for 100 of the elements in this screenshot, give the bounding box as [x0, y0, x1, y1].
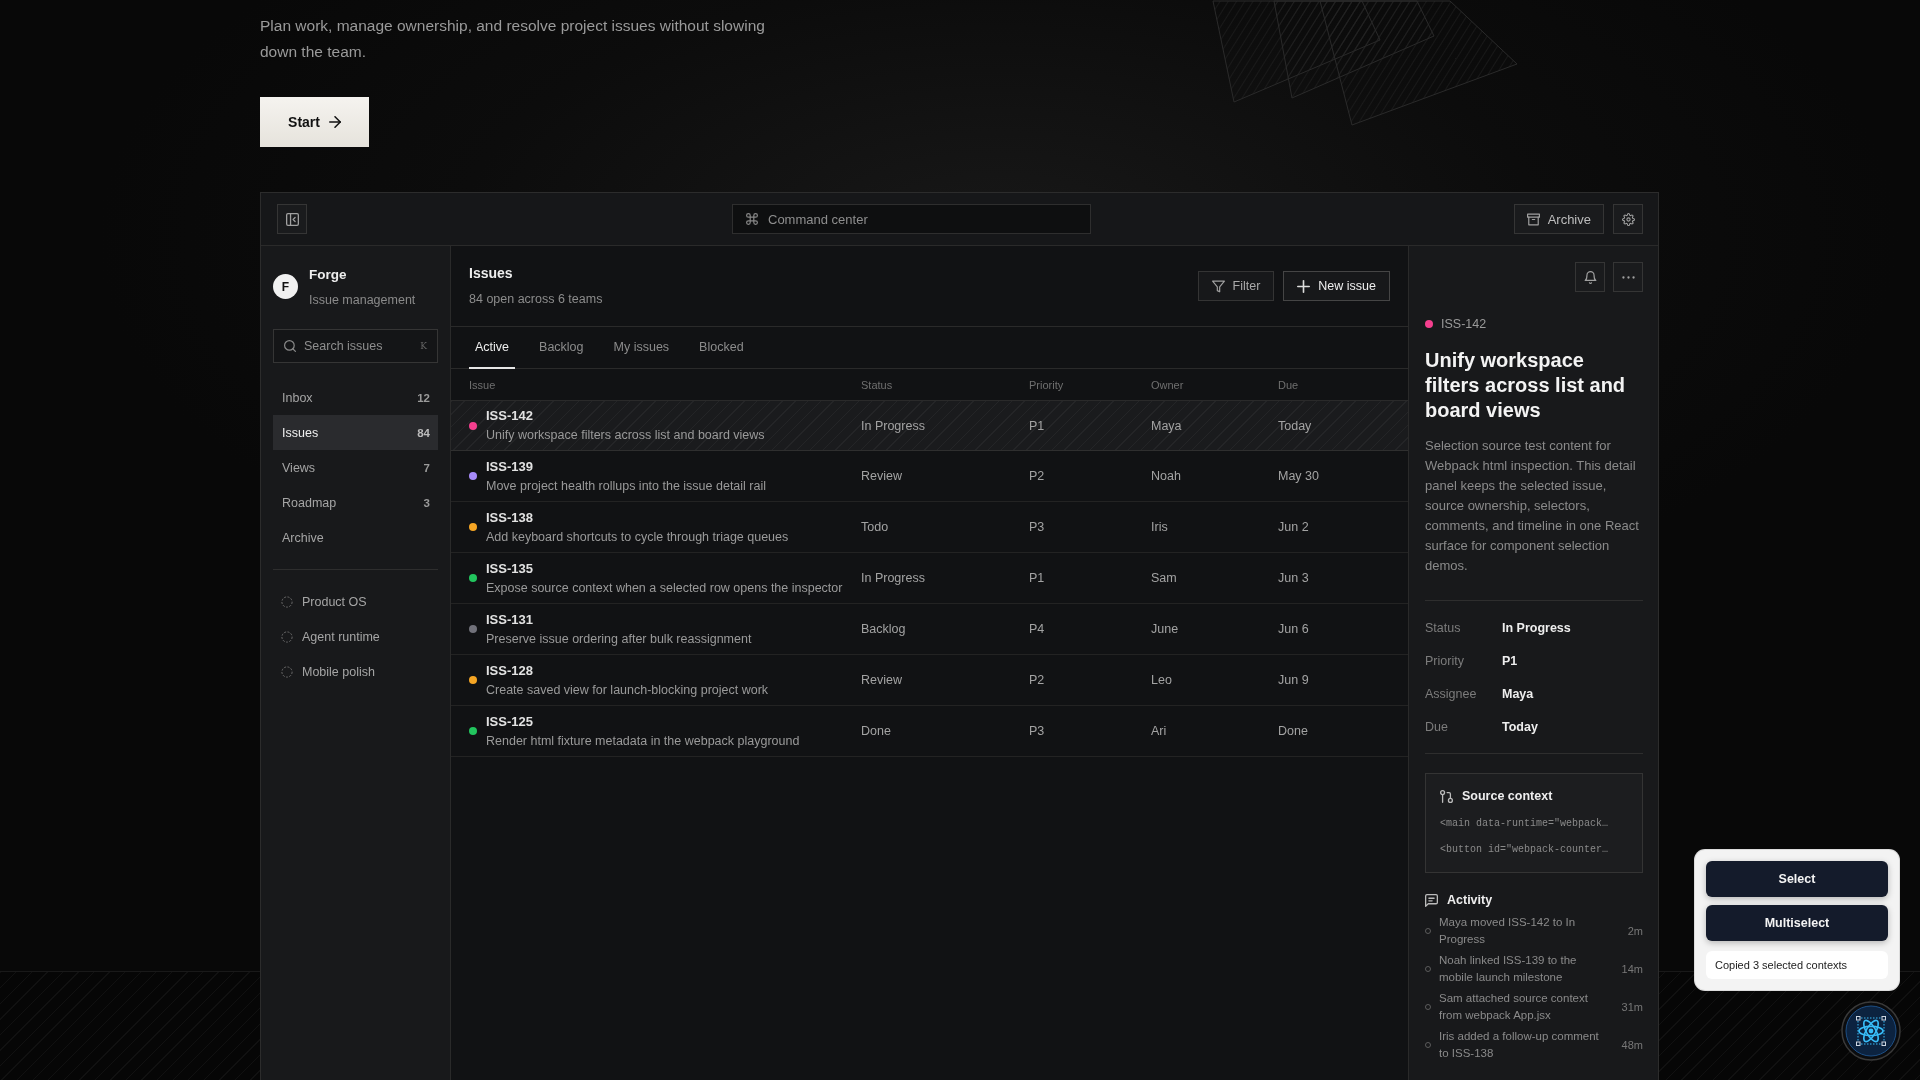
project-item[interactable]: Product OS — [273, 584, 438, 619]
item-count: 7 — [423, 461, 430, 474]
issue-id: ISS-142 — [486, 407, 534, 425]
tab[interactable]: Backlog — [533, 327, 590, 369]
owner-name: Sam — [1151, 571, 1178, 585]
dashed-circle-icon — [281, 630, 293, 643]
field-value: Today — [1502, 719, 1539, 734]
activity-text: Maya moved ISS-142 to In Progress — [1439, 915, 1577, 947]
workspace-subtitle: Issue management — [309, 292, 416, 309]
new-issue-button[interactable]: New issue — [1283, 271, 1390, 301]
sidebar-toggle-button[interactable] — [277, 204, 307, 234]
due-date: Jun 2 — [1278, 520, 1310, 534]
nav-item[interactable]: Archive — [273, 520, 438, 555]
issue-title: Preserve issue ordering after bulk reassignment — [486, 630, 752, 648]
filter-button[interactable]: Filter — [1197, 271, 1275, 301]
owner-name: Maya — [1151, 418, 1183, 433]
item-count: 84 — [417, 426, 430, 439]
priority-text: P4 — [1029, 622, 1046, 636]
activity-time: 48m — [1620, 1039, 1643, 1051]
issue-title: Unify workspace filters across list and board views — [486, 427, 765, 444]
issue-row[interactable]: ISS-128 Create saved view for launch-blocking project work Review P2 Leo Jun 9 — [451, 655, 1408, 706]
tab[interactable]: My issues — [607, 327, 676, 369]
settings-icon — [1621, 212, 1635, 226]
section-title: Source context — [1462, 789, 1553, 803]
popup-button[interactable]: Select — [1706, 861, 1888, 897]
popup-button[interactable]: Multiselect — [1706, 905, 1888, 941]
start-button[interactable]: Start — [260, 97, 369, 147]
column-header: Owner — [1151, 378, 1185, 391]
priority-text: P1 — [1029, 571, 1046, 585]
owner-name: Noah — [1151, 469, 1182, 483]
command-icon — [746, 213, 758, 225]
tab[interactable]: Blocked — [693, 327, 750, 369]
issue-heading: Unify workspace filters across list and board views — [1425, 348, 1627, 423]
due-date: Jun 6 — [1278, 622, 1310, 636]
filter-icon — [1211, 279, 1225, 293]
issue-id: ISS-139 — [486, 457, 534, 476]
archive-button[interactable]: Archive — [1513, 204, 1604, 234]
status-text: Review — [861, 673, 903, 687]
panel-subtitle: 84 open across 6 teams — [469, 291, 603, 308]
field-value: In Progress — [1502, 620, 1572, 635]
owner-name: June — [1151, 622, 1180, 636]
item-count: 3 — [423, 496, 430, 509]
issue-description: Selection source test content for Webpack html inspection. This detail panel keeps the selected issue, source ownership, selectors, comments, and timeline in one React surface for component selection demos. — [1425, 437, 1640, 575]
issue-id: ISS-131 — [486, 610, 534, 629]
dashed-circle-icon — [281, 665, 293, 678]
issue-row[interactable]: ISS-142 Unify workspace filters across list and board views In Progress P1 Maya Today — [451, 400, 1408, 451]
due-date: Done — [1278, 724, 1309, 738]
status-text: Done — [861, 724, 892, 738]
nav-item[interactable]: Views 7 — [273, 450, 438, 485]
issue-row[interactable]: ISS-125 Render html fixture metadata in the webpack playground Done P3 Ari Done — [451, 706, 1408, 757]
notifications-button[interactable] — [1575, 262, 1605, 292]
activity-text: Sam attached source context from webpack App.jsx — [1439, 991, 1589, 1023]
field-label: Due — [1425, 719, 1449, 734]
project-item[interactable]: Agent runtime — [273, 619, 438, 654]
project-item[interactable]: Mobile polish — [273, 654, 438, 689]
toast-message: Copied 3 selected contexts — [1706, 951, 1888, 979]
ring-icon — [1425, 1042, 1431, 1048]
column-header: Status — [861, 378, 894, 391]
archive-box-icon — [1526, 212, 1540, 226]
issue-title: Create saved view for launch-blocking project work — [486, 681, 769, 699]
owner-name: Leo — [1151, 673, 1173, 687]
priority-text: P2 — [1029, 673, 1046, 687]
due-date: Jun 9 — [1278, 673, 1310, 687]
ring-icon — [1425, 1004, 1431, 1010]
issue-id: ISS-125 — [486, 712, 534, 731]
nav-item[interactable]: Inbox 12 — [273, 380, 438, 415]
owner-name: Iris — [1151, 520, 1169, 534]
issue-id: ISS-142 — [1441, 317, 1487, 331]
due-date: Jun 3 — [1278, 571, 1310, 585]
panel-title: Issues — [469, 264, 514, 282]
issue-id: ISS-128 — [486, 661, 534, 680]
priority-text: P3 — [1029, 724, 1046, 738]
nav-item[interactable]: Roadmap 3 — [273, 485, 438, 520]
status-text: Todo — [861, 520, 890, 534]
field-value: P1 — [1502, 653, 1519, 668]
issue-row[interactable]: ISS-138 Add keyboard shortcuts to cycle through triage queues Todo P3 Iris Jun 2 — [451, 502, 1408, 553]
command-center-field[interactable]: Command center — [732, 204, 1091, 234]
activity-text: Iris added a follow-up comment to ISS-138 — [1439, 1029, 1600, 1061]
status-text: Review — [861, 469, 903, 483]
field-label: Assignee — [1425, 686, 1478, 701]
column-header: Priority — [1029, 378, 1065, 391]
activity-time: 14m — [1620, 963, 1643, 975]
sidebar-toggle-icon — [285, 212, 299, 226]
tab[interactable]: Active — [469, 327, 516, 369]
issue-row[interactable]: ISS-139 Move project health rollups into the issue detail rail Review P2 Noah May 30 — [451, 451, 1408, 502]
atom-icon[interactable] — [1841, 1001, 1901, 1061]
due-date: Today — [1278, 418, 1313, 433]
workspace-avatar: F — [273, 274, 298, 299]
item-count: 12 — [417, 391, 430, 404]
priority-text: P2 — [1029, 469, 1046, 483]
issue-row[interactable]: ISS-131 Preserve issue ordering after bulk reassignment Backlog P4 June Jun 6 — [451, 604, 1408, 655]
nav-item[interactable]: Issues 84 — [273, 415, 438, 450]
status-text: Backlog — [861, 622, 907, 636]
field-value: Maya — [1502, 686, 1535, 701]
settings-button[interactable] — [1613, 204, 1643, 234]
workspace-name: Forge — [309, 266, 348, 284]
issue-row[interactable]: ISS-135 Expose source context when a selected row opens the inspector In Progress P1 Sam Jun 3 — [451, 553, 1408, 604]
activity-time: 31m — [1620, 1001, 1643, 1013]
priority-text: P3 — [1029, 520, 1046, 534]
owner-name: Ari — [1151, 724, 1168, 738]
